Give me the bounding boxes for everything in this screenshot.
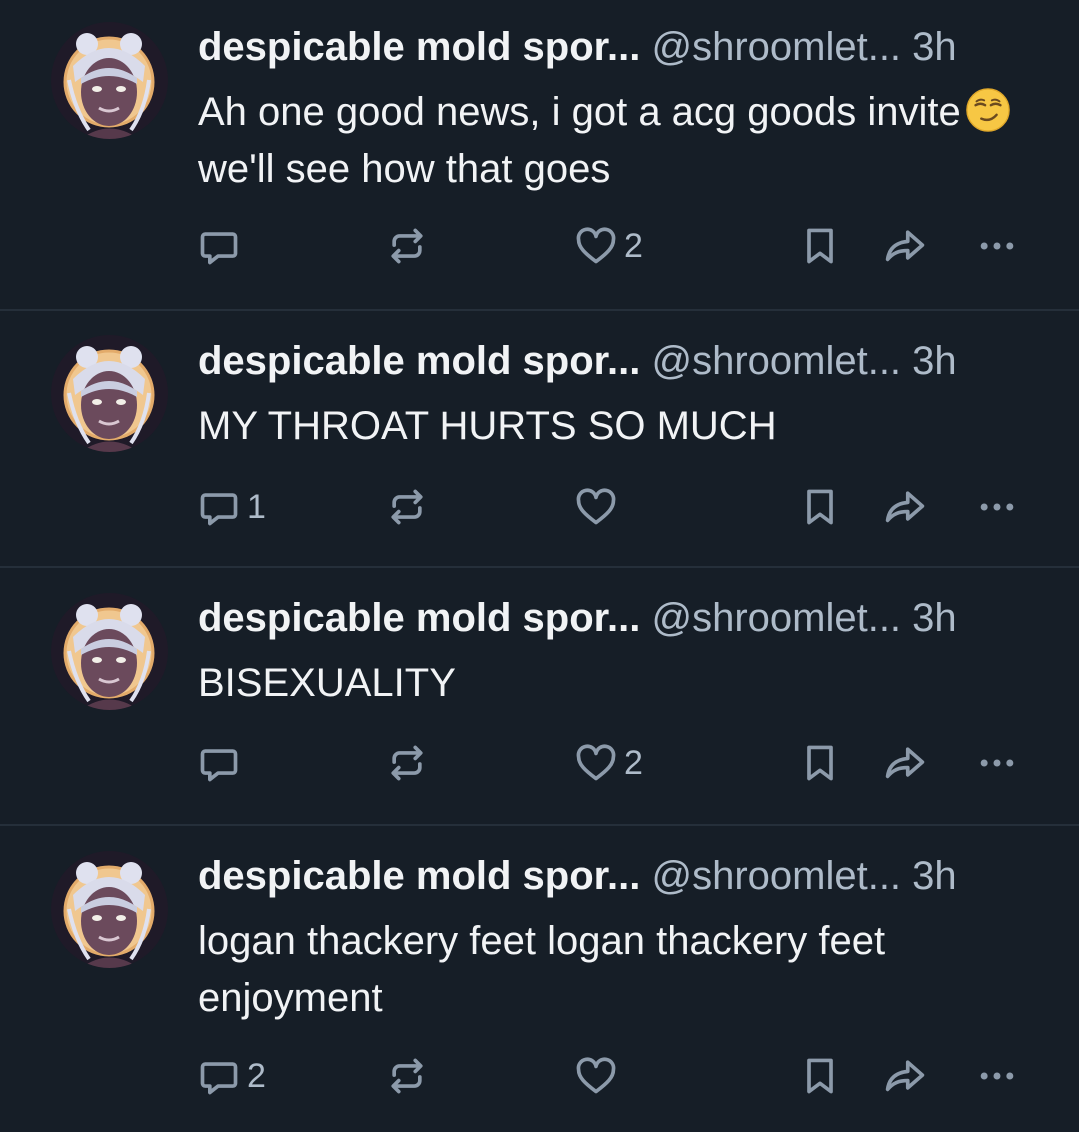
- heart-icon: [574, 224, 618, 268]
- repost-arrows-icon: [385, 485, 429, 529]
- ellipsis-icon: [975, 741, 1019, 785]
- post-item[interactable]: despicable mold spor... @shroomlet... 3h…: [0, 311, 1079, 568]
- post-text: BISEXUALITY: [198, 661, 456, 705]
- post-text: logan thackery feet logan thackery feet …: [198, 919, 886, 1020]
- repost-arrows-icon: [385, 224, 429, 268]
- bookmark-button[interactable]: [798, 482, 842, 532]
- share-arrow-icon: [883, 224, 927, 268]
- post-actions: 2: [0, 1051, 1079, 1101]
- bookmark-button[interactable]: [798, 1051, 842, 1101]
- heart-icon: [574, 485, 618, 529]
- reply-button[interactable]: 1: [197, 482, 266, 532]
- timestamp[interactable]: 3h: [912, 25, 957, 69]
- like-button[interactable]: [574, 1051, 624, 1101]
- avatar[interactable]: [51, 593, 168, 710]
- post-header: despicable mold spor... @shroomlet... 3h: [198, 593, 957, 643]
- ellipsis-icon: [975, 485, 1019, 529]
- timestamp[interactable]: 3h: [912, 339, 957, 383]
- speech-bubble-icon: [197, 741, 241, 785]
- post-feed: despicable mold spor... @shroomlet... 3h…: [0, 0, 1079, 1132]
- author-name[interactable]: despicable mold spor...: [198, 339, 640, 383]
- author-name[interactable]: despicable mold spor...: [198, 596, 640, 640]
- post-text-part: Ah one good news, i got a acg goods invi…: [198, 90, 961, 134]
- heart-icon: [574, 741, 618, 785]
- repost-button[interactable]: [385, 482, 429, 532]
- like-count: 2: [624, 743, 643, 782]
- post-actions: 1: [0, 482, 1079, 532]
- bookmark-icon: [798, 485, 842, 529]
- bookmark-icon: [798, 1054, 842, 1098]
- timestamp[interactable]: 3h: [912, 854, 957, 898]
- ellipsis-icon: [975, 224, 1019, 268]
- share-button[interactable]: [883, 221, 927, 271]
- share-button[interactable]: [883, 738, 927, 788]
- reply-count: 1: [247, 487, 266, 526]
- bookmark-icon: [798, 224, 842, 268]
- heart-icon: [574, 1054, 618, 1098]
- author-name[interactable]: despicable mold spor...: [198, 854, 640, 898]
- post-actions: 2: [0, 738, 1079, 788]
- bookmark-button[interactable]: [798, 221, 842, 271]
- post-item[interactable]: despicable mold spor... @shroomlet... 3h…: [0, 0, 1079, 311]
- avatar[interactable]: [51, 851, 168, 968]
- timestamp[interactable]: 3h: [912, 596, 957, 640]
- like-button[interactable]: [574, 482, 624, 532]
- more-options-button[interactable]: [975, 221, 1019, 271]
- author-handle[interactable]: @shroomlet...: [651, 339, 901, 383]
- more-options-button[interactable]: [975, 738, 1019, 788]
- post-header: despicable mold spor... @shroomlet... 3h: [198, 336, 957, 386]
- share-button[interactable]: [883, 1051, 927, 1101]
- like-button[interactable]: 2: [574, 738, 643, 788]
- author-handle[interactable]: @shroomlet...: [651, 25, 901, 69]
- share-arrow-icon: [883, 741, 927, 785]
- post-header: despicable mold spor... @shroomlet... 3h: [198, 22, 957, 72]
- avatar[interactable]: [51, 335, 168, 452]
- share-arrow-icon: [883, 1054, 927, 1098]
- author-handle[interactable]: @shroomlet...: [651, 596, 901, 640]
- like-button[interactable]: 2: [574, 221, 643, 271]
- bookmark-button[interactable]: [798, 738, 842, 788]
- author-handle[interactable]: @shroomlet...: [651, 854, 901, 898]
- author-name[interactable]: despicable mold spor...: [198, 25, 640, 69]
- share-arrow-icon: [883, 485, 927, 529]
- reply-button[interactable]: 2: [197, 1051, 266, 1101]
- repost-arrows-icon: [385, 1054, 429, 1098]
- speech-bubble-icon: [197, 485, 241, 529]
- speech-bubble-icon: [197, 224, 241, 268]
- repost-arrows-icon: [385, 741, 429, 785]
- reply-count: 2: [247, 1056, 266, 1095]
- repost-button[interactable]: [385, 221, 429, 271]
- speech-bubble-icon: [197, 1054, 241, 1098]
- avatar[interactable]: [51, 22, 168, 139]
- more-options-button[interactable]: [975, 482, 1019, 532]
- repost-button[interactable]: [385, 1051, 429, 1101]
- post-text: Ah one good news, i got a acg goods invi…: [198, 84, 1018, 198]
- reply-button[interactable]: [197, 738, 247, 788]
- post-actions: 2: [0, 221, 1079, 271]
- post-text-part: we'll see how that goes: [198, 147, 611, 191]
- post-header: despicable mold spor... @shroomlet... 3h: [198, 851, 957, 901]
- more-options-button[interactable]: [975, 1051, 1019, 1101]
- ellipsis-icon: [975, 1054, 1019, 1098]
- bookmark-icon: [798, 741, 842, 785]
- smirking-face-emoji: [965, 87, 1011, 133]
- reply-button[interactable]: [197, 221, 247, 271]
- post-item[interactable]: despicable mold spor... @shroomlet... 3h…: [0, 826, 1079, 1132]
- post-item[interactable]: despicable mold spor... @shroomlet... 3h…: [0, 568, 1079, 826]
- share-button[interactable]: [883, 482, 927, 532]
- post-text: MY THROAT HURTS SO MUCH: [198, 404, 777, 448]
- repost-button[interactable]: [385, 738, 429, 788]
- like-count: 2: [624, 226, 643, 265]
